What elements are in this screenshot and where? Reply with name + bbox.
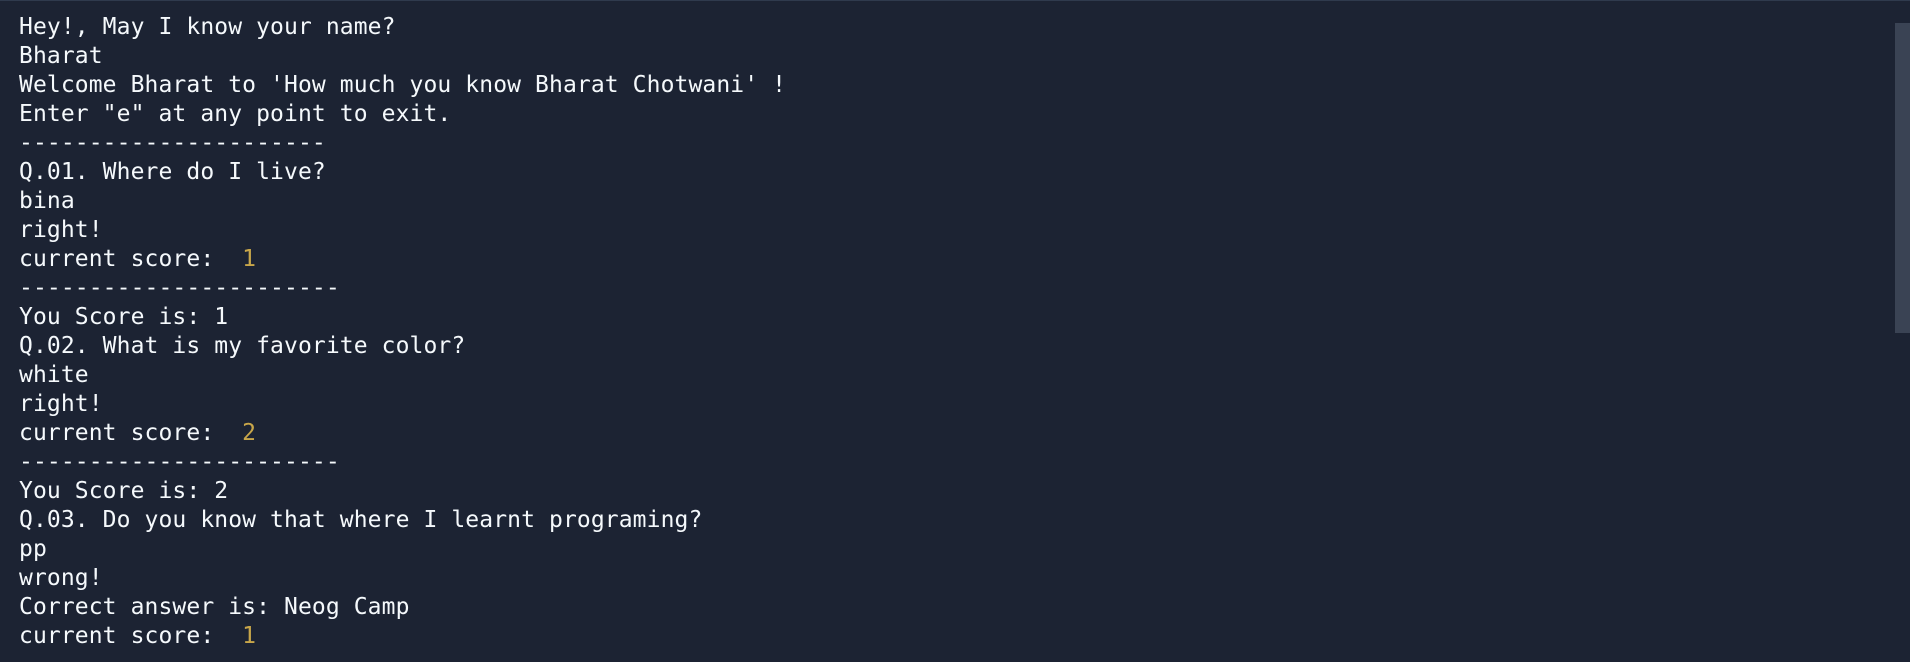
question-line: Q.03. Do you know that where I learnt pr… (19, 507, 703, 533)
output-line: Bharat (19, 43, 103, 69)
current-score-label: current score: (19, 623, 243, 649)
output-line: Enter "e" at any point to exit. (19, 101, 452, 127)
user-input-line: white (19, 362, 89, 388)
current-score-line: current score: 1 (19, 245, 1879, 274)
vertical-scrollbar[interactable] (1895, 11, 1910, 662)
separator-line: ----------------------- (19, 275, 340, 301)
current-score-line: current score: 1 (19, 622, 1879, 651)
question-line: Q.02. What is my favorite color? (19, 333, 466, 359)
current-score-label: current score: (19, 246, 243, 272)
current-score-value: 2 (242, 420, 257, 446)
user-input-line: bina (19, 188, 75, 214)
scrollbar-thumb[interactable] (1895, 23, 1910, 333)
score-line: You Score is: 1 (19, 304, 229, 330)
output-line: Hey!, May I know your name? (19, 14, 396, 40)
result-line: right! (19, 217, 103, 243)
current-score-label: current score: (19, 420, 243, 446)
result-line: wrong! (19, 565, 103, 591)
correct-answer-line: Correct answer is: Neog Camp (19, 594, 410, 620)
user-input-line: pp (19, 536, 47, 562)
question-line: Q.01. Where do I live? (19, 159, 326, 185)
current-score-value: 1 (242, 246, 257, 272)
result-line: right! (19, 391, 103, 417)
separator-line: ----------------------- (19, 449, 340, 475)
current-score-line: current score: 2 (19, 419, 1879, 448)
current-score-value: 1 (242, 623, 257, 649)
console-panel: Hey!, May I know your name? Bharat Welco… (0, 0, 1910, 662)
separator-line: ---------------------- (19, 130, 326, 156)
console-output: Hey!, May I know your name? Bharat Welco… (19, 13, 1879, 651)
score-line: You Score is: 2 (19, 478, 229, 504)
output-line: Welcome Bharat to 'How much you know Bha… (19, 72, 787, 98)
